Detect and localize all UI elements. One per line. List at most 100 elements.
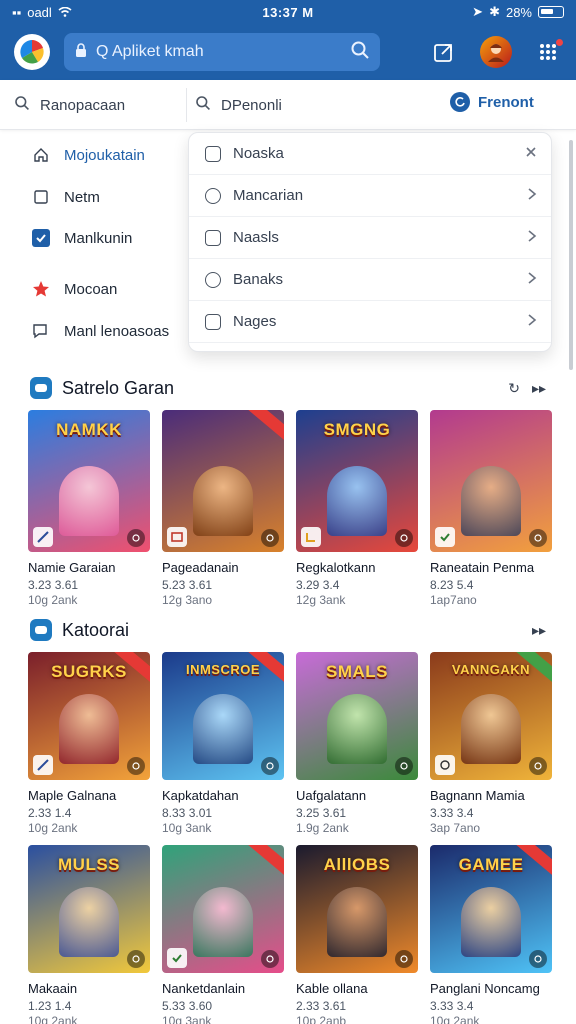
status-time: 13:37 M (262, 4, 314, 20)
character-art (327, 887, 387, 957)
game-rating: 5.23 3.61 (162, 578, 213, 592)
game-cover-title: MULSS (58, 855, 120, 874)
controller-icon (30, 619, 52, 641)
game-cover[interactable]: SUGRKS (28, 652, 150, 780)
notification-dot (555, 38, 564, 47)
share-icon[interactable] (430, 38, 458, 66)
game-size: 12g 3ank (296, 593, 346, 607)
game-cover[interactable]: VANNGAKN (430, 652, 552, 780)
filter-search[interactable]: Ranopacaan (14, 92, 184, 118)
home-icon (32, 146, 50, 164)
game-card[interactable]: Nanketdanlain 5.33 3.60 10g 3ank (162, 845, 284, 1024)
game-size: 3ap 7ano (430, 821, 481, 835)
game-name: Pageadanain (162, 560, 239, 575)
side-menu-label: Mojoukatain (64, 146, 145, 164)
game-rating: 3.33 3.4 (430, 999, 474, 1013)
search-icon[interactable] (350, 40, 370, 65)
game-rating: 2.33 3.61 (296, 999, 347, 1013)
download-icon[interactable] (395, 529, 413, 547)
game-card[interactable]: SMALS Uafgalatann 3.25 3.61 1.9g 2ank (296, 652, 418, 835)
side-menu-item-checked[interactable]: Manlkunin (0, 218, 186, 258)
game-cover[interactable]: GAMEE (430, 845, 552, 973)
download-icon[interactable] (395, 950, 413, 968)
download-icon[interactable] (261, 950, 279, 968)
download-icon[interactable] (261, 529, 279, 547)
more-arrow-icon[interactable]: ▸▸ (532, 380, 546, 397)
download-icon[interactable] (127, 529, 145, 547)
battery-icon (538, 6, 564, 18)
dropdown-item-label: Noaska (233, 145, 284, 162)
checkbox-icon[interactable] (32, 229, 50, 247)
character-art (327, 466, 387, 536)
game-card[interactable]: INMSCROE Kapkatdahan 8.33 3.01 10g 3ank (162, 652, 284, 835)
section-header-featured: Satrelo Garan ↻ ▸▸ (0, 373, 576, 403)
game-card[interactable]: SUGRKS Maple Galnana 2.33 1.4 10g 2ank (28, 652, 150, 835)
game-cover[interactable]: NAMKK (28, 410, 150, 552)
lock-icon (74, 42, 88, 63)
game-card[interactable]: SMGNG Regkalotkann 3.29 3.4 12g 3ank (296, 410, 418, 607)
dropdown-item[interactable]: Nages (189, 301, 551, 343)
dropdown-item[interactable]: Naasls (189, 217, 551, 259)
dropdown-item[interactable]: Noaska (189, 133, 551, 175)
close-icon[interactable] (525, 145, 537, 162)
download-icon[interactable] (529, 950, 547, 968)
dropdown-item[interactable]: Banaks (189, 259, 551, 301)
game-cover-title: AlllOBS (323, 855, 391, 874)
game-card[interactable]: Raneatain Penma 8.23 5.4 1ap7ano (430, 410, 552, 607)
game-card[interactable]: VANNGAKN Bagnann Mamia 3.33 3.4 3ap 7ano (430, 652, 552, 835)
side-menu-item-star[interactable]: Mocoan (0, 268, 186, 310)
side-menu-label: Manlkunin (64, 229, 133, 247)
game-rating: 5.33 3.60 (162, 999, 213, 1013)
game-card[interactable]: GAMEE Panglani Noncamg 3.33 3.4 10g 2ank (430, 845, 552, 1024)
game-card[interactable]: NAMKK Namie Garaian 3.23 3.61 10g 2ank (28, 410, 150, 607)
more-arrow-icon[interactable]: ▸▸ (532, 622, 546, 639)
download-icon[interactable] (395, 757, 413, 775)
game-cover[interactable] (162, 410, 284, 552)
character-art (59, 694, 119, 764)
game-card[interactable]: AlllOBS Kable ollana 2.33 3.61 10p 2anb (296, 845, 418, 1024)
friends-button[interactable]: Frenont (450, 92, 534, 112)
game-cover[interactable]: SMALS (296, 652, 418, 780)
friends-button-label: Frenont (478, 93, 534, 111)
game-cover[interactable] (430, 410, 552, 552)
secondary-toolbar: Ranopacaan DPenonli Frenont (0, 80, 576, 130)
app-logo-icon[interactable] (14, 34, 50, 70)
download-icon[interactable] (261, 757, 279, 775)
circle-icon (205, 187, 221, 204)
download-icon[interactable] (127, 950, 145, 968)
status-bar: ▪▪ oadl 13:37 M ➤ ✱ 28% (0, 0, 576, 24)
game-name: Nanketdanlain (162, 981, 246, 996)
side-menu-item-chat[interactable]: Manl lenoasoas (0, 310, 186, 352)
game-cover[interactable]: MULSS (28, 845, 150, 973)
avatar[interactable] (480, 36, 512, 68)
section-header-categories: Katoorai ▸▸ (0, 615, 576, 645)
game-name: Bagnann Mamia (430, 788, 525, 803)
game-size: 10g 3ank (162, 1014, 212, 1024)
chevron-right-icon (527, 271, 537, 289)
game-cover[interactable] (162, 845, 284, 973)
download-icon[interactable] (127, 757, 145, 775)
star-icon (32, 280, 50, 298)
game-rating: 1.23 1.4 (28, 999, 72, 1013)
game-card[interactable]: Pageadanain 5.23 3.61 12g 3ano (162, 410, 284, 607)
game-grid-more: MULSS Makaain 1.23 1.4 10g 2ank Nanketda… (28, 845, 552, 1024)
dropdown-item-label: Banaks (233, 271, 284, 288)
game-rating: 3.29 3.4 (296, 578, 340, 592)
dropdown-search-input[interactable]: DPenonli (186, 88, 426, 122)
game-cover[interactable]: INMSCROE (162, 652, 284, 780)
game-cover[interactable]: AlllOBS (296, 845, 418, 973)
apps-menu-icon[interactable] (534, 38, 564, 66)
refresh-icon[interactable]: ↻ (508, 380, 520, 397)
controller-icon (30, 377, 52, 399)
scrollbar[interactable] (569, 140, 573, 370)
section-title: Satrelo Garan (62, 377, 175, 398)
side-menu-item-home[interactable]: Mojoukatain (0, 134, 186, 176)
game-cover[interactable]: SMGNG (296, 410, 418, 552)
dropdown-item[interactable]: Mancarian (189, 175, 551, 217)
side-menu-item-bookmark[interactable]: Netm (0, 176, 186, 218)
download-icon[interactable] (529, 529, 547, 547)
game-card[interactable]: MULSS Makaain 1.23 1.4 10g 2ank (28, 845, 150, 1024)
section-controls: ↻ ▸▸ (508, 380, 546, 397)
download-icon[interactable] (529, 757, 547, 775)
app-search-bar[interactable]: Q Apliket kmah (64, 33, 380, 71)
